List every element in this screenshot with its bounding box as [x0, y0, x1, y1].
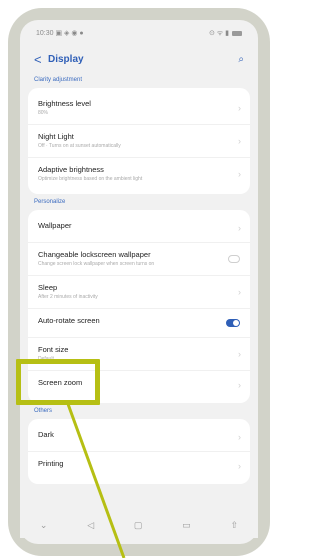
setting-subtitle: Change screen lock wallpaper when screen…	[38, 261, 155, 267]
setting-printing[interactable]: Printing ›	[28, 452, 250, 480]
setting-changeable-lockscreen-wallpaper[interactable]: Changeable lockscreen wallpaper Change s…	[28, 243, 250, 276]
chevron-right-icon: ›	[238, 380, 241, 390]
nav-extra-icon[interactable]: ⇧	[231, 520, 239, 531]
search-icon[interactable]: ⌕	[238, 54, 244, 65]
setting-auto-rotate-screen[interactable]: Auto-rotate screen	[28, 309, 250, 338]
chevron-right-icon: ›	[238, 136, 241, 146]
section-label-clarity: Clarity adjustment	[34, 77, 83, 83]
status-time: 10:30 ▣ ◈ ◉ ●	[36, 30, 84, 37]
settings-group-clarity: Brightness level 80% › Night Light Off ·…	[28, 88, 250, 194]
setting-adaptive-brightness[interactable]: Adaptive brightness Optimize brightness …	[28, 158, 250, 190]
setting-subtitle: 80%	[38, 110, 49, 116]
auto-rotate-toggle[interactable]	[226, 319, 240, 327]
setting-title: Night Light	[38, 132, 74, 141]
setting-title: Dark	[38, 430, 54, 439]
back-arrow-icon[interactable]: <	[34, 52, 48, 67]
section-label-others: Others	[34, 408, 53, 414]
setting-brightness-level[interactable]: Brightness level 80% ›	[28, 92, 250, 125]
font-size-highlight-box	[16, 359, 100, 405]
setting-title: Printing	[38, 459, 64, 468]
battery-icon	[232, 30, 242, 36]
chevron-right-icon: ›	[238, 461, 241, 471]
chevron-right-icon: ›	[238, 287, 241, 297]
setting-sleep[interactable]: Sleep After 2 minutes of inactivity ›	[28, 276, 250, 309]
nav-down-icon[interactable]: ⌄	[40, 520, 48, 531]
setting-dark[interactable]: Dark ›	[28, 423, 250, 452]
chevron-right-icon: ›	[238, 223, 241, 233]
setting-night-light[interactable]: Night Light Off · Turns on at sunset aut…	[28, 125, 250, 158]
setting-title: Wallpaper	[38, 221, 72, 230]
setting-title: Changeable lockscreen wallpaper	[38, 250, 151, 259]
status-icons: ⊙ ᯤ ▮	[209, 29, 242, 38]
setting-title: Font size	[38, 345, 69, 354]
status-bar: 10:30 ▣ ◈ ◉ ● ⊙ ᯤ ▮	[20, 20, 258, 46]
setting-title: Sleep	[38, 283, 58, 292]
setting-title: Brightness level	[38, 99, 91, 108]
lockscreen-wallpaper-toggle[interactable]	[228, 255, 240, 263]
page-title: Display	[48, 53, 84, 65]
chevron-right-icon: ›	[238, 349, 241, 359]
chevron-right-icon: ›	[238, 432, 241, 442]
signal-icon: ⊙ ᯤ ▮	[209, 29, 229, 37]
setting-subtitle: Off · Turns on at sunset automatically	[38, 143, 121, 149]
nav-home-icon[interactable]: ▢	[134, 520, 143, 531]
app-header: < Display ⌕	[20, 46, 258, 72]
setting-subtitle: After 2 minutes of inactivity	[38, 294, 98, 300]
navigation-bar: ⌄ ◁ ▢ ▭ ⇧	[20, 512, 258, 538]
phone-screen: 10:30 ▣ ◈ ◉ ● ⊙ ᯤ ▮ < Display ⌕ Clarity …	[20, 20, 258, 544]
setting-title: Adaptive brightness	[38, 165, 104, 174]
settings-group-others: Dark › Printing ›	[28, 419, 250, 484]
setting-wallpaper[interactable]: Wallpaper ›	[28, 214, 250, 243]
chevron-right-icon: ›	[238, 169, 241, 179]
setting-title: Auto-rotate screen	[38, 316, 100, 325]
chevron-right-icon: ›	[238, 103, 241, 113]
nav-back-icon[interactable]: ◁	[87, 520, 94, 531]
nav-recent-icon[interactable]: ▭	[182, 520, 191, 531]
section-label-personalize: Personalize	[34, 199, 66, 205]
setting-subtitle: Optimize brightness based on the ambient…	[38, 176, 143, 182]
